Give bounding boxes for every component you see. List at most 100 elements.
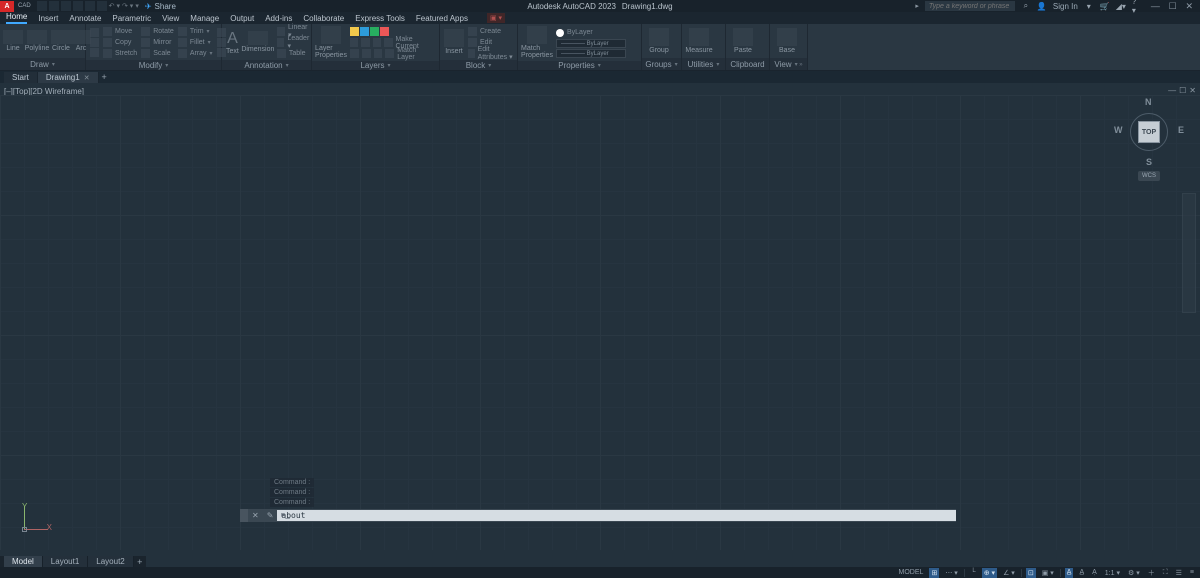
tab-layout2[interactable]: Layout2	[88, 556, 133, 567]
cart-icon[interactable]: 🛒	[1100, 1, 1110, 11]
qat-saveas-icon[interactable]	[73, 1, 83, 11]
vp-maximize-button[interactable]: ☐	[1179, 86, 1186, 95]
panel-modify-label[interactable]: Modify▾	[86, 60, 221, 70]
status-customize-button[interactable]: ≡	[1188, 568, 1196, 578]
command-close-icon[interactable]: ✕	[248, 511, 263, 520]
app-menu-icon[interactable]: ◢▾	[1116, 1, 1126, 11]
layer-swatch-icon[interactable]	[380, 27, 389, 36]
panel-view-label[interactable]: View▾ »	[770, 58, 807, 70]
share-button[interactable]: ✈ Share	[145, 2, 176, 11]
compass-east[interactable]: E	[1178, 125, 1184, 135]
command-line-handle[interactable]	[240, 509, 248, 522]
status-scale[interactable]: 1:1 ▾	[1103, 568, 1122, 578]
measure-button[interactable]: Measure	[686, 28, 712, 54]
status-polar-toggle[interactable]: ⊕ ▾	[982, 568, 997, 578]
tab-start[interactable]: Start	[4, 72, 38, 83]
status-model-space[interactable]: MODEL	[897, 568, 926, 578]
layer-swatch-icon[interactable]	[360, 27, 369, 36]
modify-icon[interactable]	[90, 48, 99, 57]
circle-button[interactable]: Circle	[52, 30, 70, 52]
command-customize-icon[interactable]: ✎	[263, 511, 278, 520]
paste-button[interactable]: Paste	[730, 28, 756, 54]
text-button[interactable]: AText	[226, 30, 239, 55]
help-icon[interactable]: ? ▾	[1132, 1, 1142, 11]
sign-in-link[interactable]: Sign In	[1053, 2, 1078, 11]
modify-icon[interactable]	[90, 28, 99, 37]
linetype-combo[interactable]: ———— ByLayer	[556, 49, 626, 58]
status-ortho-toggle[interactable]: └	[969, 568, 978, 578]
leader-button[interactable]: Leader ▾	[277, 37, 311, 47]
scale-button[interactable]: Scale	[141, 48, 174, 58]
status-gear-toggle[interactable]: ⚙ ▾	[1126, 568, 1142, 578]
tab-annotate[interactable]: Annotate	[69, 14, 101, 23]
qat-save-icon[interactable]	[61, 1, 71, 11]
qat-redo-icon[interactable]: ↷ ▾	[122, 2, 133, 10]
help-search-input[interactable]	[925, 1, 1015, 11]
viewcube-top-face[interactable]: TOP	[1138, 121, 1160, 143]
tab-home[interactable]: Home	[6, 12, 27, 24]
rotate-button[interactable]: Rotate	[141, 26, 174, 36]
match-properties-button[interactable]: Match Properties	[522, 26, 552, 59]
tab-view[interactable]: View	[162, 14, 179, 23]
lineweight-combo[interactable]: ———— ByLayer	[556, 39, 626, 48]
tab-model[interactable]: Model	[4, 556, 43, 567]
drawing-viewport[interactable]: [–][Top][2D Wireframe] — ☐ ✕ Y X N S W E…	[0, 83, 1200, 550]
base-button[interactable]: Base	[774, 28, 800, 54]
panel-properties-label[interactable]: Properties▾	[518, 61, 641, 70]
tab-addins[interactable]: Add-ins	[265, 14, 292, 23]
panel-layers-label[interactable]: Layers▾	[312, 61, 439, 70]
qat-web-icon[interactable]	[85, 1, 95, 11]
color-combo[interactable]: ByLayer	[556, 28, 637, 38]
close-button[interactable]: ✕	[1182, 1, 1196, 11]
table-button[interactable]: Table	[277, 48, 311, 58]
status-annovisibility-toggle[interactable]: A̲	[1077, 568, 1086, 578]
panel-clipboard-label[interactable]: Clipboard	[726, 58, 769, 70]
status-annoscale-toggle[interactable]: A̲	[1065, 568, 1074, 578]
trim-button[interactable]: Trim▾	[178, 26, 213, 36]
layer-swatch-icon[interactable]	[370, 27, 379, 36]
search-icon[interactable]: ⌕	[1021, 1, 1031, 11]
ucs-icon[interactable]: Y X	[20, 502, 52, 534]
wcs-badge[interactable]: WCS	[1138, 171, 1160, 181]
compass-north[interactable]: N	[1145, 97, 1152, 107]
array-button[interactable]: Array▾	[178, 48, 213, 58]
group-button[interactable]: Group	[646, 28, 672, 54]
status-autoscale-toggle[interactable]: Ạ	[1090, 568, 1099, 578]
tab-output[interactable]: Output	[230, 14, 254, 23]
status-cleanscreen-toggle[interactable]: ☰	[1174, 568, 1184, 578]
qat-plot-icon[interactable]	[97, 1, 107, 11]
line-button[interactable]: Line	[4, 30, 22, 52]
tab-express-tools[interactable]: Express Tools	[355, 14, 405, 23]
viewcube-compass[interactable]: N S W E TOP	[1114, 97, 1184, 167]
tab-layout1[interactable]: Layout1	[43, 556, 88, 567]
modify-icon[interactable]	[90, 38, 99, 47]
command-input[interactable]	[277, 510, 956, 521]
tab-drawing1[interactable]: Drawing1✕	[38, 72, 99, 83]
status-lineweight-toggle[interactable]: ⊡	[1026, 568, 1036, 578]
status-hardware-toggle[interactable]: ⛶	[1161, 568, 1170, 578]
app-icon[interactable]: A	[0, 1, 14, 12]
viewcube[interactable]: N S W E TOP WCS	[1114, 97, 1184, 181]
compass-south[interactable]: S	[1146, 157, 1152, 167]
user-icon[interactable]: 👤	[1037, 1, 1047, 11]
maximize-button[interactable]: ☐	[1166, 1, 1180, 11]
panel-utilities-label[interactable]: Utilities▾	[682, 58, 725, 70]
dimension-button[interactable]: Dimension	[243, 31, 273, 53]
panel-block-label[interactable]: Block▾	[440, 60, 517, 70]
new-layout-button[interactable]: +	[134, 557, 146, 567]
status-snap-toggle[interactable]: ⋯ ▾	[943, 568, 959, 578]
panel-draw-label[interactable]: Draw▾	[0, 58, 85, 70]
panel-groups-label[interactable]: Groups▾	[642, 58, 681, 70]
status-isolate-toggle[interactable]: ＋	[1146, 568, 1157, 578]
ribbon-collapse-button[interactable]: ▣ ▾	[487, 13, 505, 23]
qat-dropdown-icon[interactable]: ▾	[135, 2, 139, 10]
mirror-button[interactable]: Mirror	[141, 37, 174, 47]
status-transparency-toggle[interactable]: ▣ ▾	[1040, 568, 1056, 578]
panel-annotation-label[interactable]: Annotation▾	[222, 60, 311, 70]
tab-insert[interactable]: Insert	[38, 14, 58, 23]
tab-collaborate[interactable]: Collaborate	[303, 14, 344, 23]
layer-properties-button[interactable]: Layer Properties	[316, 26, 346, 59]
stretch-button[interactable]: Stretch	[103, 48, 137, 58]
new-file-tab-button[interactable]: +	[99, 72, 110, 83]
tab-manage[interactable]: Manage	[190, 14, 219, 23]
